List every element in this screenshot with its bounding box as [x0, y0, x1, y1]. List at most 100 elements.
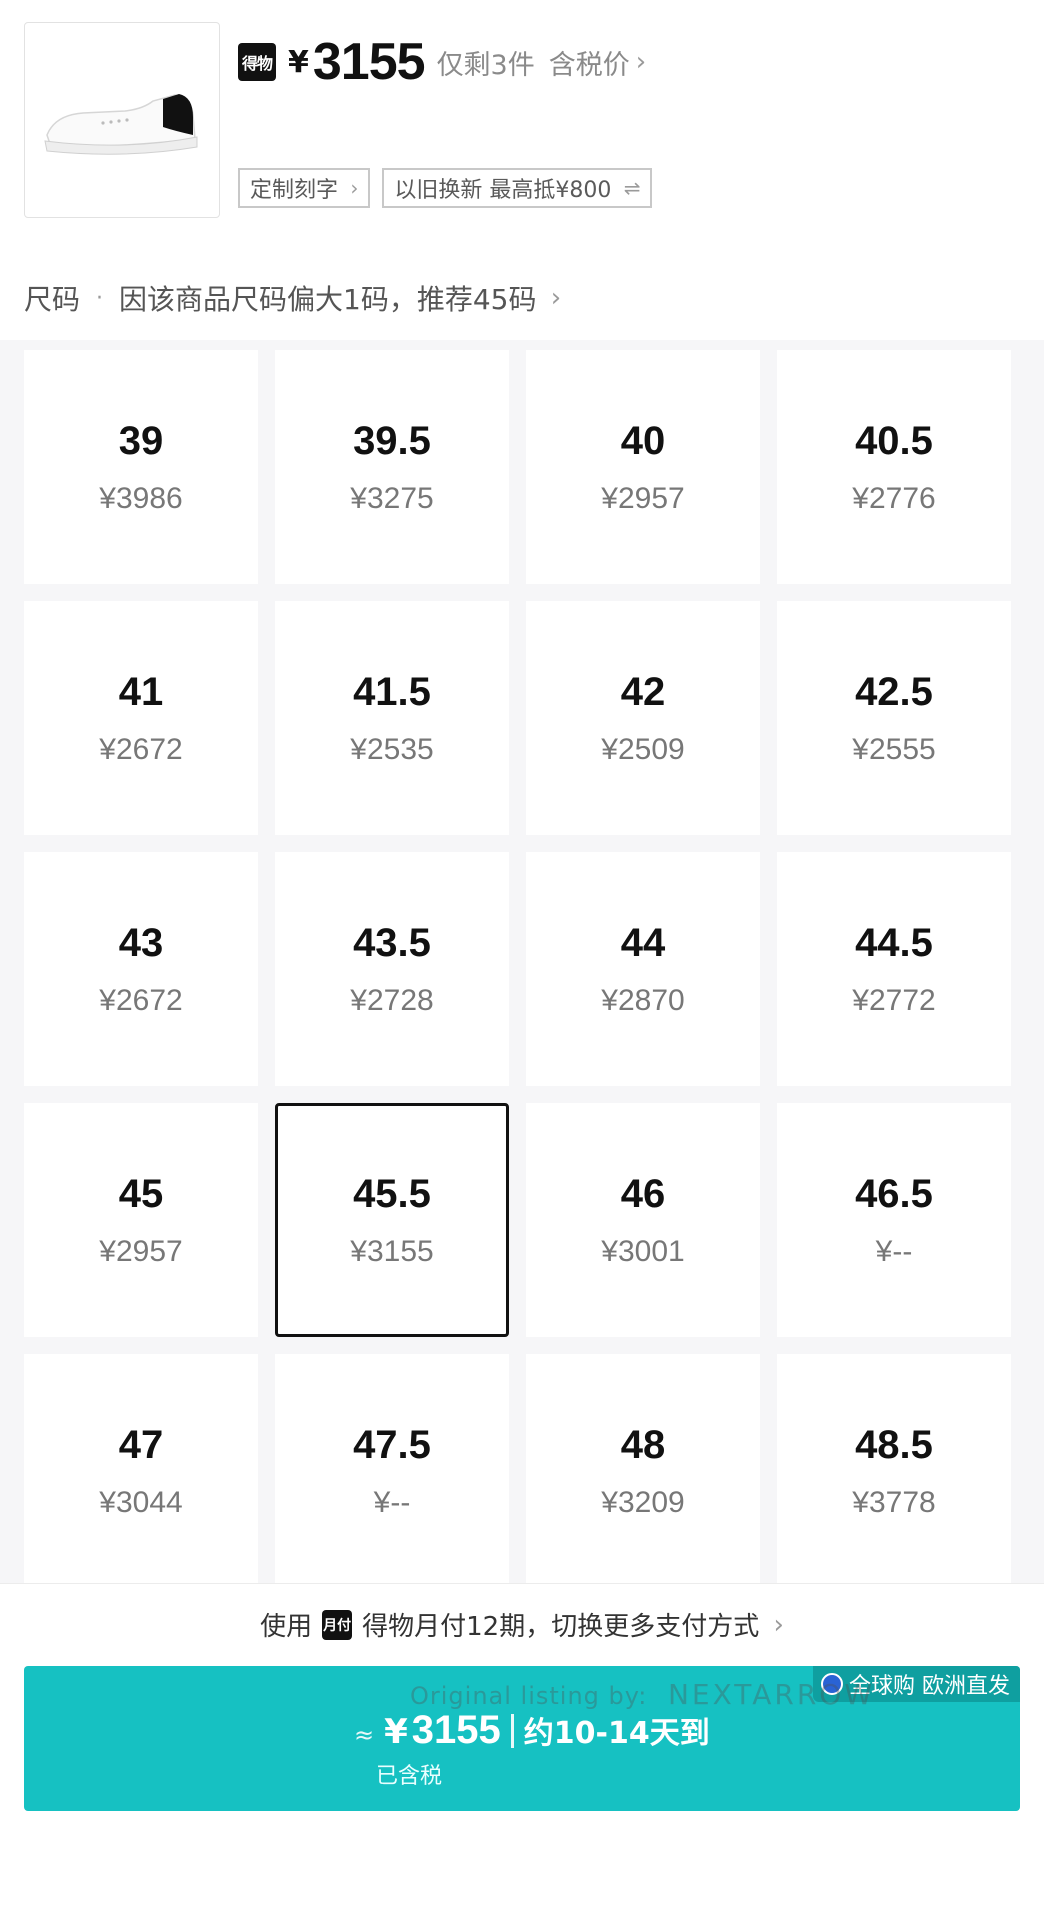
checkout-footer: 使用 月付 得物月付12期，切换更多支付方式 › 全球购 欧洲直发 ≈ ¥ 31…	[0, 1583, 1044, 1921]
size-price: ¥2776	[852, 481, 936, 515]
size-option-45-5[interactable]: 45.5 ¥3155	[275, 1103, 509, 1337]
monthly-pay-icon: 月付	[322, 1609, 353, 1640]
product-header: 得物 ¥ 3155 仅剩3件 含税价 › 定制刻字 › 以旧换新 最高抵¥800…	[0, 0, 1044, 340]
divider	[510, 1713, 514, 1748]
size-option-44[interactable]: 44 ¥2870	[526, 852, 760, 1086]
chevron-right-icon: ›	[765, 1609, 784, 1640]
buy-price: 3155	[411, 1708, 501, 1752]
size-grid-area[interactable]: 39 ¥3986 39.5 ¥3275 40 ¥2957 40.5 ¥2776 41 ¥2672 4…	[0, 340, 1044, 1583]
buy-currency: ¥	[384, 1712, 408, 1752]
size-value: 47	[118, 1422, 164, 1467]
size-recommendation[interactable]: 尺码 · 因该商品尺码偏大1码，推荐45码 ›	[24, 278, 561, 318]
size-price: ¥2672	[99, 983, 183, 1017]
size-value: 48	[620, 1422, 666, 1467]
size-price: ¥--	[373, 1485, 411, 1519]
tax-note: 含税价	[548, 49, 630, 81]
size-option-40[interactable]: 40 ¥2957	[526, 350, 760, 584]
size-value: 46.5	[855, 1171, 933, 1216]
size-value: 39.5	[353, 418, 431, 463]
size-hint-text: 因该商品尺码偏大1码，推荐45码	[119, 283, 537, 316]
size-option-41[interactable]: 41 ¥2672	[24, 601, 258, 835]
size-value: 40	[620, 418, 666, 463]
size-option-40-5[interactable]: 40.5 ¥2776	[777, 350, 1011, 584]
product-thumbnail[interactable]	[24, 22, 220, 218]
size-value: 44	[620, 920, 666, 965]
badge-label: 全球购 欧洲直发	[849, 1674, 1010, 1699]
buy-button[interactable]: 全球购 欧洲直发 ≈ ¥ 3155 约10-14天到 已含税	[24, 1666, 1020, 1811]
size-price: ¥2957	[601, 481, 685, 515]
pay-text: 得物月付12期，切换更多支付方式	[362, 1612, 760, 1642]
pay-prefix: 使用	[260, 1612, 313, 1642]
delivery-eta: 约10-14天到	[523, 1716, 710, 1751]
size-value: 42	[620, 669, 666, 714]
chevron-right-icon: ›	[542, 283, 562, 313]
size-value: 43	[118, 920, 164, 965]
globe-icon	[821, 1673, 843, 1695]
size-value: 41.5	[353, 669, 431, 714]
size-price: ¥3044	[99, 1485, 183, 1519]
size-value: 45.5	[353, 1171, 431, 1216]
size-option-45[interactable]: 45 ¥2957	[24, 1103, 258, 1337]
size-value: 42.5	[855, 669, 933, 714]
dewu-logo-icon: 得物	[238, 43, 276, 81]
global-shipping-badge: 全球购 欧洲直发	[813, 1666, 1020, 1702]
size-option-43-5[interactable]: 43.5 ¥2728	[275, 852, 509, 1086]
size-price: ¥2870	[601, 983, 685, 1017]
size-price: ¥2555	[852, 732, 936, 766]
size-option-44-5[interactable]: 44.5 ¥2772	[777, 852, 1011, 1086]
size-grid: 39 ¥3986 39.5 ¥3275 40 ¥2957 40.5 ¥2776 41 ¥2672 4…	[24, 350, 1020, 1583]
size-price: ¥3155	[350, 1234, 434, 1268]
approx-symbol: ≈	[354, 1721, 375, 1749]
chevron-right-icon: ›	[635, 47, 647, 77]
size-price: ¥2535	[350, 732, 434, 766]
size-value: 46	[620, 1171, 666, 1216]
size-option-39-5[interactable]: 39.5 ¥3275	[275, 350, 509, 584]
size-option-42-5[interactable]: 42.5 ¥2555	[777, 601, 1011, 835]
trade-in-label: 以旧换新 最高抵¥800	[394, 178, 612, 203]
size-value: 40.5	[855, 418, 933, 463]
size-value: 39	[118, 418, 164, 463]
size-option-47-5[interactable]: 47.5 ¥--	[275, 1354, 509, 1583]
size-price: ¥2772	[852, 983, 936, 1017]
size-value: 43.5	[353, 920, 431, 965]
stock-note: 仅剩3件	[436, 49, 535, 81]
size-option-48[interactable]: 48 ¥3209	[526, 1354, 760, 1583]
swap-icon: ⇌	[617, 176, 641, 200]
size-price: ¥3986	[99, 481, 183, 515]
service-tags: 定制刻字 › 以旧换新 最高抵¥800 ⇌	[238, 168, 653, 208]
sneaker-image	[44, 94, 198, 155]
size-price: ¥2957	[99, 1234, 183, 1268]
size-price: ¥3778	[852, 1485, 936, 1519]
size-price: ¥2728	[350, 983, 434, 1017]
size-price: ¥2509	[601, 732, 685, 766]
engraving-tag[interactable]: 定制刻字 ›	[238, 168, 371, 208]
buy-price-line: ≈ ¥ 3155 约10-14天到	[354, 1708, 710, 1753]
size-option-47[interactable]: 47 ¥3044	[24, 1354, 258, 1583]
size-label: 尺码	[24, 283, 81, 316]
size-option-48-5[interactable]: 48.5 ¥3778	[777, 1354, 1011, 1583]
size-price: ¥3001	[601, 1234, 685, 1268]
size-option-46-5[interactable]: 46.5 ¥--	[777, 1103, 1011, 1337]
size-value: 44.5	[855, 920, 933, 965]
size-option-39[interactable]: 39 ¥3986	[24, 350, 258, 584]
size-value: 48.5	[855, 1422, 933, 1467]
size-value: 47.5	[353, 1422, 431, 1467]
chevron-right-icon: ›	[344, 176, 359, 200]
product-price: 3155	[312, 33, 426, 91]
size-option-42[interactable]: 42 ¥2509	[526, 601, 760, 835]
trade-in-tag[interactable]: 以旧换新 最高抵¥800 ⇌	[382, 168, 653, 208]
price-row[interactable]: 得物 ¥ 3155 仅剩3件 含税价 ›	[238, 32, 646, 92]
separator-dot: ·	[96, 285, 104, 311]
size-value: 41	[118, 669, 164, 714]
payment-method-line[interactable]: 使用 月付 得物月付12期，切换更多支付方式 ›	[0, 1606, 1044, 1643]
size-price: ¥3209	[601, 1485, 685, 1519]
size-option-43[interactable]: 43 ¥2672	[24, 852, 258, 1086]
size-price: ¥--	[875, 1234, 913, 1268]
size-price: ¥2672	[99, 732, 183, 766]
size-option-41-5[interactable]: 41.5 ¥2535	[275, 601, 509, 835]
size-option-46[interactable]: 46 ¥3001	[526, 1103, 760, 1337]
tax-included-note: 已含税	[376, 1764, 443, 1789]
size-value: 45	[118, 1171, 164, 1216]
size-price: ¥3275	[350, 481, 434, 515]
engraving-label: 定制刻字	[250, 178, 339, 203]
